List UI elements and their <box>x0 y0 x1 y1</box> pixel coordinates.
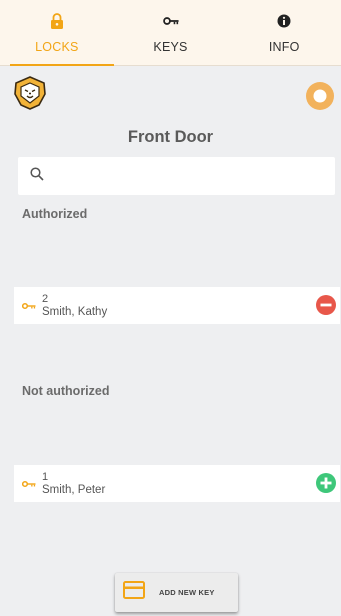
not-authorized-header: Not authorized <box>22 384 110 398</box>
key-icon <box>162 13 179 29</box>
remove-icon <box>316 295 336 315</box>
tab-keys-label: KEYS <box>153 40 188 54</box>
lion-logo-icon <box>14 76 46 110</box>
authorized-key-row[interactable]: 2 Smith, Kathy <box>14 287 340 324</box>
search-icon <box>30 166 44 186</box>
key-id: 1 <box>42 471 49 483</box>
add-key-access-button[interactable] <box>316 473 336 493</box>
add-new-key-label: ADD NEW KEY <box>159 588 215 597</box>
tab-locks-label: LOCKS <box>35 40 79 54</box>
lock-status-icon[interactable] <box>306 82 334 110</box>
key-icon <box>22 480 38 488</box>
info-icon <box>276 13 292 29</box>
tab-info[interactable]: INFO <box>227 0 341 65</box>
unauthorized-key-row[interactable]: 1 Smith, Peter <box>14 465 340 502</box>
tab-locks[interactable]: LOCKS <box>0 0 114 66</box>
key-owner-name: Smith, Kathy <box>42 306 108 318</box>
card-icon <box>123 581 145 604</box>
remove-key-button[interactable] <box>316 295 336 315</box>
tab-info-label: INFO <box>268 40 300 54</box>
page-title: Front Door <box>127 128 214 146</box>
authorized-header: Authorized <box>22 207 88 221</box>
key-id: 2 <box>42 293 49 305</box>
add-new-key-button[interactable]: ADD NEW KEY <box>115 573 238 612</box>
key-owner-name: Smith, Peter <box>42 484 106 496</box>
search-bar[interactable] <box>18 157 335 195</box>
search-input[interactable] <box>54 168 314 184</box>
lock-icon <box>49 13 65 29</box>
top-tab-bar: LOCKS KEYS INFO <box>0 0 341 66</box>
add-icon <box>316 473 336 493</box>
tab-keys[interactable]: KEYS <box>114 0 228 65</box>
key-icon <box>22 302 38 310</box>
